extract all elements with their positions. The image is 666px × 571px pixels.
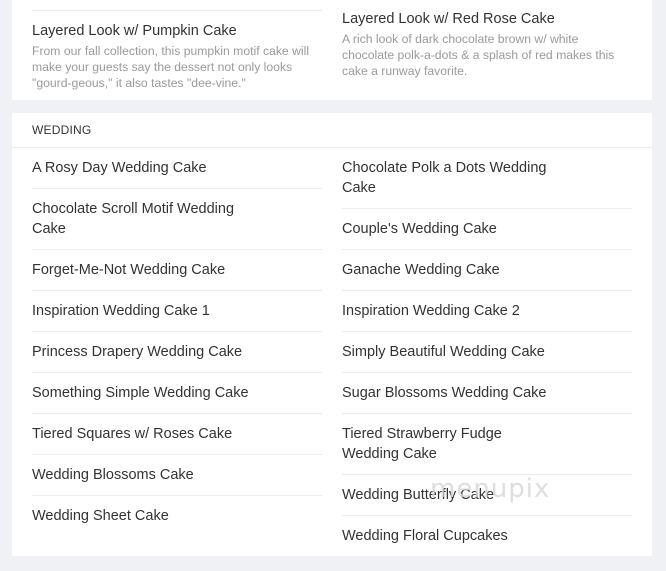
menu-item-title: Layered Look w/ Red Rose Cake bbox=[342, 11, 555, 27]
menu-item[interactable]: Wedding Sheet Cake bbox=[32, 506, 322, 526]
row-divider bbox=[342, 331, 632, 332]
row-divider bbox=[32, 413, 322, 414]
menu-item[interactable]: Something Simple Wedding Cake bbox=[32, 383, 322, 414]
menu-item-title: Tiered Squares w/ Roses Cake bbox=[32, 426, 233, 442]
row-divider bbox=[32, 331, 322, 332]
row-divider bbox=[342, 249, 632, 250]
row-divider bbox=[32, 290, 322, 291]
menu-item-title: Wedding Floral Cupcakes bbox=[342, 528, 508, 544]
previous-section-card: Layered Look w/ Pumpkin Cake From our fa… bbox=[12, 0, 652, 100]
menu-item[interactable]: Layered Look w/ Red Rose Cake A rich loo… bbox=[342, 9, 632, 79]
menu-item-title: A Rosy Day Wedding Cake bbox=[32, 160, 207, 176]
wedding-section-card: WEDDING A Rosy Day Wedding Cake Chocolat… bbox=[12, 113, 652, 556]
menu-item-title: Princess Drapery Wedding Cake bbox=[32, 344, 243, 360]
wedding-left-column: A Rosy Day Wedding Cake Chocolate Scroll… bbox=[32, 113, 322, 556]
row-divider bbox=[342, 290, 632, 291]
menu-item[interactable]: Layered Look w/ Pumpkin Cake From our fa… bbox=[32, 21, 322, 91]
menu-item-description: A rich look of dark chocolate brown w/ w… bbox=[342, 32, 615, 78]
menu-item-title: Layered Look w/ Pumpkin Cake bbox=[32, 23, 237, 39]
menu-item[interactable]: Chocolate Polk a Dots Wedding Cake bbox=[342, 158, 632, 209]
menu-item[interactable]: Tiered Squares w/ Roses Cake bbox=[32, 424, 322, 455]
menu-item[interactable]: Wedding Blossoms Cake bbox=[32, 465, 322, 496]
menu-item-title: Forget-Me-Not Wedding Cake bbox=[32, 262, 226, 278]
row-divider bbox=[32, 372, 322, 373]
menu-item-description: From our fall collection, this pumpkin m… bbox=[32, 44, 310, 90]
menu-item[interactable]: Inspiration Wedding Cake 2 bbox=[342, 301, 632, 332]
menu-item-title: Wedding Sheet Cake bbox=[32, 508, 169, 524]
menu-item-title: Sugar Blossoms Wedding Cake bbox=[342, 385, 547, 401]
row-divider bbox=[32, 10, 322, 11]
menu-item[interactable]: Tiered Strawberry Fudge Wedding Cake bbox=[342, 424, 632, 475]
menu-item-title: Inspiration Wedding Cake 2 bbox=[342, 303, 520, 319]
menu-item[interactable]: A Rosy Day Wedding Cake bbox=[32, 158, 322, 189]
menu-item-title: Couple's Wedding Cake bbox=[342, 221, 497, 237]
row-divider bbox=[342, 372, 632, 373]
menu-item-title: Wedding Blossoms Cake bbox=[32, 467, 194, 483]
watermark-logo: menupix bbox=[430, 474, 551, 504]
menu-item-title: Chocolate Scroll Motif Wedding Cake bbox=[32, 201, 235, 237]
menu-item[interactable]: Ganache Wedding Cake bbox=[342, 260, 632, 291]
row-divider bbox=[32, 454, 322, 455]
menu-item[interactable]: Forget-Me-Not Wedding Cake bbox=[32, 260, 322, 291]
menu-item[interactable]: Sugar Blossoms Wedding Cake bbox=[342, 383, 632, 414]
menu-item-title: Inspiration Wedding Cake 1 bbox=[32, 303, 210, 319]
row-divider bbox=[342, 208, 632, 209]
row-divider bbox=[32, 495, 322, 496]
row-divider bbox=[342, 515, 632, 516]
menu-item-title: Chocolate Polk a Dots Wedding Cake bbox=[342, 160, 547, 196]
row-divider bbox=[32, 188, 322, 189]
menu-item[interactable]: Couple's Wedding Cake bbox=[342, 219, 632, 250]
row-divider bbox=[32, 249, 322, 250]
menu-item[interactable]: Princess Drapery Wedding Cake bbox=[32, 342, 322, 373]
menu-item-title: Ganache Wedding Cake bbox=[342, 262, 500, 278]
menu-item[interactable]: Inspiration Wedding Cake 1 bbox=[32, 301, 322, 332]
menu-item[interactable]: Chocolate Scroll Motif Wedding Cake bbox=[32, 199, 322, 250]
menu-item-title: Something Simple Wedding Cake bbox=[32, 385, 249, 401]
menu-item[interactable]: Simply Beautiful Wedding Cake bbox=[342, 342, 632, 373]
menu-item-title: Tiered Strawberry Fudge Wedding Cake bbox=[342, 426, 502, 462]
menu-item[interactable]: Wedding Floral Cupcakes bbox=[342, 526, 632, 546]
row-divider bbox=[342, 413, 632, 414]
menu-item-title: Simply Beautiful Wedding Cake bbox=[342, 344, 545, 360]
